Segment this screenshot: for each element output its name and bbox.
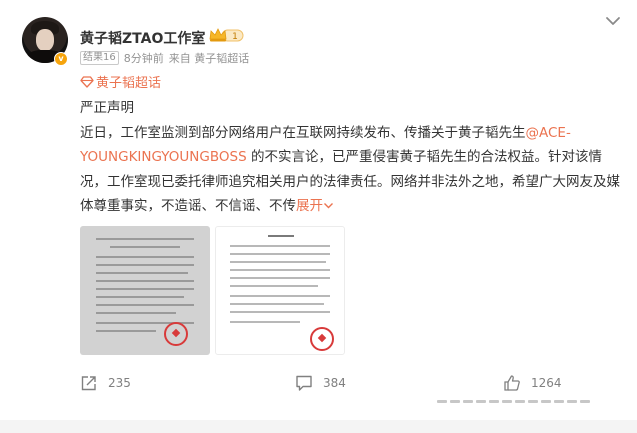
post-time[interactable]: 8分钟前 bbox=[124, 50, 164, 66]
repost-count: 235 bbox=[108, 376, 131, 390]
svg-text:1: 1 bbox=[232, 32, 238, 42]
chevron-down-icon bbox=[324, 203, 333, 209]
post-source[interactable]: 来自 黄子韬超话 bbox=[169, 50, 250, 66]
footer-strip bbox=[0, 420, 637, 433]
super-topic-icon bbox=[80, 75, 94, 88]
comment-button[interactable]: 384 bbox=[295, 374, 346, 392]
post-image-thumbnail[interactable] bbox=[215, 226, 345, 355]
meta-tag: 结果16 bbox=[80, 51, 119, 65]
author-name[interactable]: 黄子韬ZTAO工作室 bbox=[80, 28, 205, 48]
like-button[interactable]: 1264 bbox=[503, 374, 562, 392]
comment-icon bbox=[296, 375, 312, 391]
post-heading: 严正声明 bbox=[80, 100, 134, 116]
post-body: 近日，工作室监测到部分网络用户在互联网持续发布、传播关于黄子韬先生@ACE-YO… bbox=[80, 121, 620, 219]
seal-stamp-icon bbox=[310, 327, 334, 351]
post-text: 严正声明 近日，工作室监测到部分网络用户在互联网持续发布、传播关于黄子韬先生@A… bbox=[80, 96, 620, 219]
expand-label: 展开 bbox=[296, 198, 323, 214]
verified-badge-icon: v bbox=[54, 52, 68, 66]
post-image-thumbnail[interactable] bbox=[80, 226, 210, 355]
thumbs-up-icon bbox=[504, 375, 520, 391]
crown-icon[interactable]: 1 bbox=[208, 27, 244, 43]
chevron-down-icon[interactable] bbox=[603, 13, 623, 29]
repost-button[interactable]: 235 bbox=[80, 374, 131, 392]
super-topic-label: 黄子韬超话 bbox=[96, 76, 162, 91]
super-topic-link[interactable]: 黄子韬超话 bbox=[80, 72, 161, 91]
share-icon bbox=[81, 376, 96, 391]
post-meta: 结果16 8分钟前 来自 黄子韬超话 bbox=[80, 50, 249, 66]
seal-stamp-icon bbox=[164, 322, 188, 346]
like-count: 1264 bbox=[531, 376, 562, 390]
toolbar-dots bbox=[437, 400, 590, 403]
post-body-before: 近日，工作室监测到部分网络用户在互联网持续发布、传播关于黄子韬先生 bbox=[80, 124, 526, 141]
comment-count: 384 bbox=[323, 376, 346, 390]
expand-link[interactable]: 展开 bbox=[296, 198, 334, 214]
